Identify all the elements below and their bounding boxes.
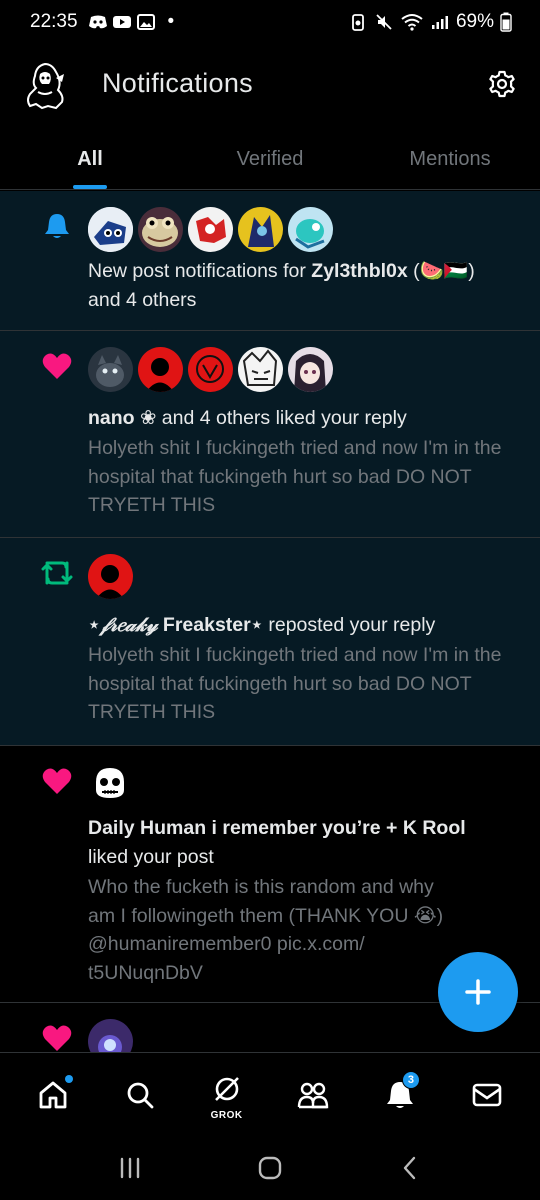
notification-tabs: All Verified Mentions	[0, 130, 540, 190]
tab-mentions-label: Mentions	[409, 148, 491, 170]
home-system-button[interactable]	[240, 1143, 300, 1193]
recents-button[interactable]	[100, 1143, 160, 1193]
avatar-group	[88, 207, 333, 252]
notification-item[interactable]: ⋆𝒻𝓇𝑒𝒶𝓀𝓎 Freakster⋆ reposted your reply H…	[0, 538, 540, 746]
notification-user-name: Freakster⋆	[157, 614, 263, 636]
nav-grok[interactable]: GROK	[197, 1065, 257, 1125]
gear-icon	[489, 70, 515, 98]
tab-verified[interactable]: Verified	[180, 130, 360, 189]
avatar[interactable]	[138, 207, 183, 252]
discord-icon	[88, 14, 108, 30]
avatar[interactable]	[88, 207, 133, 252]
avatar[interactable]	[88, 347, 133, 392]
avatar[interactable]	[88, 554, 133, 599]
grok-label: GROK	[210, 1109, 243, 1121]
tab-active-indicator	[73, 185, 107, 189]
battery-percent: 69%	[455, 11, 494, 32]
notification-action: reposted your reply	[262, 614, 436, 636]
signal-icon	[430, 14, 450, 30]
home-circle-icon	[258, 1156, 282, 1180]
avatar-group	[88, 762, 133, 807]
notification-snippet: Who the fucketh is this random and why a…	[88, 876, 444, 984]
notification-text: ⋆𝒻𝓇𝑒𝒶𝓀𝓎 Freakster⋆ reposted your reply	[88, 611, 514, 640]
system-nav-bar	[0, 1136, 540, 1200]
notification-user-styled: ⋆𝒻𝓇𝑒𝒶𝓀𝓎	[88, 614, 158, 636]
avatar[interactable]	[288, 207, 333, 252]
tab-all-label: All	[77, 148, 103, 170]
notification-snippet: Holyeth shit I fuckingeth tried and now …	[88, 644, 502, 723]
notification-action: and 4 others liked your reply	[156, 407, 407, 429]
status-time: 22:35	[30, 11, 78, 32]
avatar-group	[88, 554, 133, 599]
avatar[interactable]	[238, 207, 283, 252]
communities-icon	[298, 1082, 329, 1108]
nav-search[interactable]	[110, 1065, 170, 1125]
avatar[interactable]	[188, 347, 233, 392]
heart-icon	[40, 1021, 74, 1052]
avatar[interactable]	[138, 347, 183, 392]
avatar-group	[88, 1019, 133, 1052]
nav-messages[interactable]	[457, 1065, 517, 1125]
grok-icon	[214, 1076, 239, 1101]
notification-snippet: Holyeth shit I fuckingeth tried and now …	[88, 437, 502, 516]
notification-text: New post notifications for Zyl3thbl0x (🍉…	[88, 257, 514, 314]
notification-user-suffix: (🍉🇵🇸)	[407, 260, 475, 282]
avatar[interactable]	[288, 347, 333, 392]
back-button[interactable]	[380, 1143, 440, 1193]
tab-mentions[interactable]: Mentions	[360, 130, 540, 189]
mail-icon	[472, 1083, 501, 1106]
nav-home[interactable]	[23, 1065, 83, 1125]
notification-action: liked your post	[88, 845, 214, 868]
tab-verified-label: Verified	[236, 148, 304, 170]
avatar[interactable]	[88, 762, 133, 807]
wifi-icon	[400, 14, 424, 31]
notification-user[interactable]: Daily Human i remember you’re + K Rool	[88, 817, 466, 839]
search-icon	[127, 1082, 154, 1108]
bottom-nav: GROK 3	[0, 1052, 540, 1136]
battery-icon	[500, 12, 512, 32]
gallery-icon	[136, 14, 156, 30]
home-unread-dot	[65, 1074, 74, 1083]
status-notification-icons: •	[88, 11, 175, 33]
plus-icon	[465, 979, 491, 1005]
notification-user[interactable]: Zyl3thbl0x	[311, 260, 407, 282]
notifications-badge: 3	[401, 1070, 420, 1089]
notification-text: Daily Human i remember you’re + K Rool l…	[88, 814, 514, 871]
mute-icon	[374, 14, 394, 30]
profile-avatar[interactable]	[22, 60, 68, 110]
repost-icon	[40, 556, 74, 590]
notification-user[interactable]: ⋆𝒻𝓇𝑒𝒶𝓀𝓎 Freakster⋆	[88, 614, 263, 636]
heart-icon	[40, 349, 74, 383]
settings-button[interactable]	[482, 64, 522, 104]
home-icon	[39, 1081, 67, 1108]
avatar[interactable]	[188, 207, 233, 252]
tab-all[interactable]: All	[0, 130, 180, 189]
notification-user[interactable]: nano ❀	[88, 407, 156, 429]
recents-icon	[120, 1157, 140, 1179]
notification-text: nano ❀ and 4 others liked your reply	[88, 404, 514, 433]
notification-prefix: New post notifications for	[88, 260, 312, 282]
status-bar: 22:35 • 69%	[0, 0, 540, 44]
avatar[interactable]	[88, 1019, 133, 1052]
avatar[interactable]	[238, 347, 283, 392]
nav-communities[interactable]	[283, 1065, 343, 1125]
avatar-group	[88, 347, 333, 392]
status-dot: •	[167, 11, 175, 32]
compose-post-button[interactable]	[438, 952, 518, 1032]
header: Notifications	[0, 50, 540, 120]
nav-notifications[interactable]: 3	[370, 1065, 430, 1125]
notification-item[interactable]: nano ❀ and 4 others liked your reply Hol…	[0, 331, 540, 538]
notification-item[interactable]: New post notifications for Zyl3thbl0x (🍉…	[0, 191, 540, 331]
heart-icon	[40, 764, 74, 798]
notification-suffix: and 4 others	[88, 288, 197, 311]
battery-saver-icon	[348, 14, 368, 31]
back-icon	[403, 1156, 416, 1180]
bell-icon	[40, 209, 74, 243]
page-title: Notifications	[102, 68, 253, 98]
youtube-icon	[112, 14, 132, 30]
status-right: 69%	[348, 11, 512, 33]
